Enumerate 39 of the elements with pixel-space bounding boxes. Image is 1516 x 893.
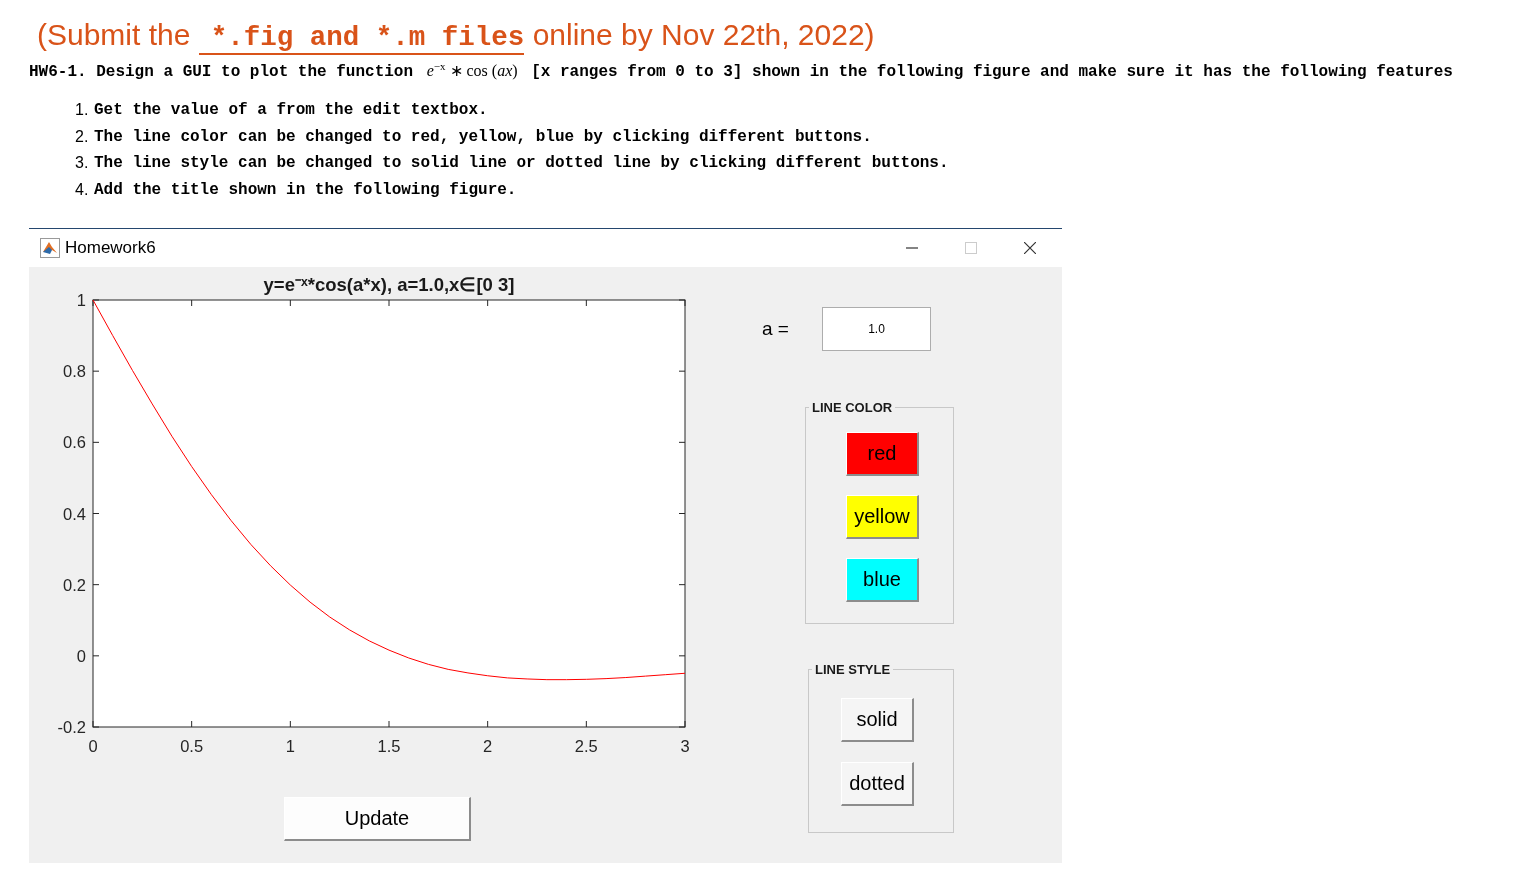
a-value-field[interactable]: 1.0 <box>822 307 931 351</box>
group-label: LINE COLOR <box>811 400 894 415</box>
requirement-text: The line style can be changed to solid line or dotted line by clicking different buttons. <box>94 153 949 174</box>
minimize-icon[interactable] <box>906 247 918 249</box>
window-title: Homework6 <box>65 238 156 258</box>
tick-label: 0 <box>76 646 86 665</box>
submission-note: (Submit the *.fig and *.m files online by Nov 22th, 2022) <box>37 17 876 53</box>
tick-label: 3 <box>680 737 690 755</box>
tick-label: 2 <box>483 737 493 755</box>
list-number: 4. <box>75 179 90 200</box>
tick-label: 0.2 <box>63 575 86 594</box>
tick-label: 1.5 <box>377 737 401 755</box>
tick-label: 2.5 <box>574 737 598 755</box>
tick-label: 0.6 <box>63 433 86 452</box>
tick-label: 1 <box>285 737 295 755</box>
color-button[interactable]: yellow <box>846 495 919 539</box>
list-number: 1. <box>75 100 90 120</box>
tick-label: -0.2 <box>57 718 86 736</box>
chart-title: y=e⁻ˣ*cos(a*x), a=1.0,x∈[0 3] <box>262 275 516 295</box>
list-number: 2. <box>75 126 90 147</box>
style-button[interactable]: solid <box>841 698 914 742</box>
task-statement: HW6-1. Design a GUI to plot the function e$^{−x}$ ∗ cos (ax) [x ranges from 0 to 3] shown in the following figure and make sure it has the following features <box>29 61 1454 83</box>
group-label: LINE STYLE <box>814 662 892 677</box>
tick-label: 0.5 <box>180 737 204 755</box>
requirement-text: The line color can be changed to red, yellow, blue by clicking different buttons. <box>94 126 872 148</box>
requirement-text: Add the title shown in the following figure. <box>94 179 517 201</box>
tick-label: 1 <box>76 291 86 309</box>
field-label: a = <box>762 318 790 340</box>
tick-label: 0 <box>88 737 98 755</box>
close-icon[interactable] <box>1024 242 1036 254</box>
tick-label: 0.8 <box>63 362 86 381</box>
color-button[interactable]: red <box>846 432 919 476</box>
update-button[interactable]: Update <box>284 797 471 841</box>
requirement-text: Get the value of a from the edit textbox. <box>94 100 488 121</box>
color-button[interactable]: blue <box>846 558 919 602</box>
list-number: 3. <box>75 153 90 173</box>
tick-label: 0.4 <box>63 504 86 523</box>
app-icon <box>40 238 60 258</box>
style-button[interactable]: dotted <box>841 762 914 806</box>
